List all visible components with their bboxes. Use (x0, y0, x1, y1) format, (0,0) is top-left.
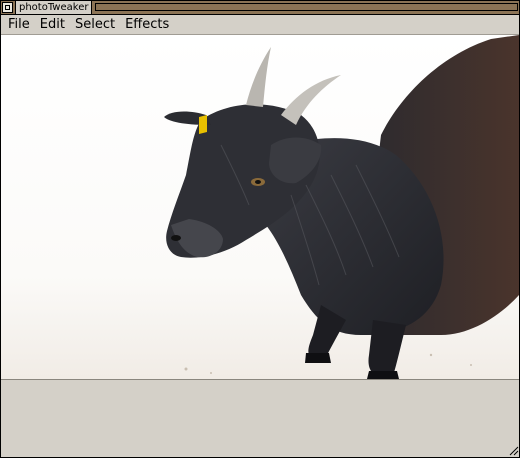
goat-hoof-left (305, 353, 331, 363)
menu-select[interactable]: Select (70, 15, 120, 34)
menu-effects[interactable]: Effects (120, 15, 174, 34)
goat-photo (1, 35, 519, 379)
goat-hoof-right (367, 371, 399, 379)
window-title: photoTweaker (15, 1, 93, 14)
menu-file[interactable]: File (3, 15, 35, 34)
resize-grip-icon[interactable] (507, 444, 519, 456)
image-canvas[interactable] (1, 35, 519, 379)
window-menu-button[interactable] (2, 2, 13, 13)
ear-tag (199, 115, 207, 134)
status-area (1, 379, 519, 456)
title-bar[interactable]: photoTweaker (1, 1, 519, 15)
menu-edit[interactable]: Edit (35, 15, 70, 34)
title-bar-stripe[interactable] (95, 3, 518, 11)
app-window: photoTweaker File Edit Select Effects (0, 0, 520, 458)
menu-bar: File Edit Select Effects (1, 15, 519, 35)
goat-nostril (171, 235, 181, 241)
